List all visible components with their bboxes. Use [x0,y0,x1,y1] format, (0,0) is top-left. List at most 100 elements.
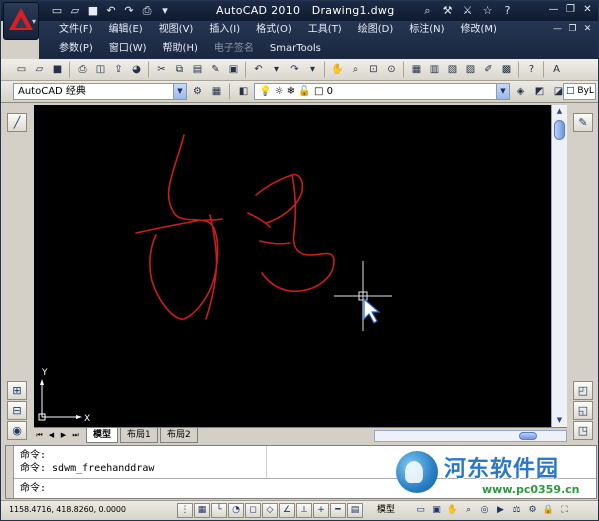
horizontal-scrollbar[interactable] [374,430,567,442]
camera-icon[interactable]: ◉ [7,421,27,440]
text-style-icon[interactable]: A [548,61,565,78]
redo-tb-icon[interactable]: ↷ [286,61,303,78]
vertical-scrollbar[interactable]: ▲ ▼ [551,105,567,427]
redo-dropdown-icon[interactable]: ▾ [304,61,321,78]
markup-icon[interactable]: ✐ [480,61,497,78]
drawing-area[interactable]: Y X [34,105,557,427]
menu-help[interactable]: 帮助(H) [155,40,206,58]
viewport-icon[interactable]: ⊞ [7,381,27,400]
menu-draw[interactable]: 绘图(D) [350,21,402,39]
menu-window[interactable]: 窗口(W) [101,40,155,58]
undo-dropdown-icon[interactable]: ▾ [268,61,285,78]
3d-dwf-icon[interactable]: ◕ [128,61,145,78]
dynamic-input-icon[interactable]: + [313,503,329,518]
snap-mode-icon[interactable]: ⋮ [177,503,193,518]
3d-osnap-icon[interactable]: ◇ [262,503,278,518]
qnew-icon[interactable]: ▭ [13,61,30,78]
binoculars-icon[interactable]: ⌕ [419,3,436,18]
zoom-previous-icon[interactable]: ⊙ [383,61,400,78]
open-icon[interactable]: ▱ [31,61,48,78]
pan-icon[interactable]: ✋ [329,61,346,78]
menu-tools[interactable]: 工具(T) [300,21,350,39]
doc-minimize-icon[interactable]: — [551,23,564,36]
restore-icon[interactable]: ❐ [563,3,578,17]
lock-ui-icon[interactable]: 🔒 [541,503,556,518]
clean-screen-icon[interactable]: ⛶ [557,503,572,518]
dynamic-ucs-icon[interactable]: ⟂ [296,503,312,518]
tool-palettes-icon[interactable]: ▧ [444,61,461,78]
polar-tracking-icon[interactable]: ◔ [228,503,244,518]
zoom-realtime-icon[interactable]: ⌕ [347,61,364,78]
properties-icon[interactable]: ▦ [408,61,425,78]
paste-icon[interactable]: ▤ [189,61,206,78]
menu-view[interactable]: 视图(V) [151,21,202,39]
quick-view-layouts-icon[interactable]: ▭ [413,503,428,518]
grid-display-icon[interactable]: ▦ [194,503,210,518]
scroll-down-icon[interactable]: ▼ [553,415,566,426]
menu-insert[interactable]: 插入(I) [201,21,248,39]
design-center-icon[interactable]: ▥ [426,61,443,78]
paintbrush-icon[interactable]: ✎ [573,113,593,132]
open-file-icon[interactable]: ▱ [67,3,83,18]
workspace-settings-icon[interactable]: ⚙ [189,83,206,100]
close-icon[interactable]: ✕ [580,3,595,17]
line-icon[interactable]: ╱ [7,113,27,132]
block-editor-icon[interactable]: ▣ [225,61,242,78]
menu-modify[interactable]: 修改(M) [453,21,505,39]
sheet-set-icon[interactable]: ▨ [462,61,479,78]
first-tab-icon[interactable]: ⏮ [34,430,45,441]
doc-restore-icon[interactable]: ❐ [566,23,579,36]
command-window-grip[interactable] [6,446,14,498]
layer-previous-icon[interactable]: ◩ [531,83,548,100]
vertical-scroll-thumb[interactable] [554,120,565,140]
help-icon[interactable]: ? [499,3,516,18]
coordinate-display[interactable]: 1158.4716, 418.8260, 0.0000 [9,505,126,514]
layer-dropdown[interactable]: 💡 ☼ ❄ 🔓 □ 0 ▼ [254,83,510,100]
layout-viewport-icon[interactable]: ⊟ [7,401,27,420]
otrack-icon[interactable]: ∠ [279,503,295,518]
polygonal-viewport-icon[interactable]: ◱ [573,401,593,420]
horizontal-scroll-thumb[interactable] [519,432,537,440]
steering-wheel-icon[interactable]: ◎ [477,503,492,518]
annotation-scale-icon[interactable]: ⚖ [509,503,524,518]
command-prompt[interactable]: 命令: [20,483,46,495]
print-icon[interactable]: ⎙ [74,61,91,78]
undo-icon[interactable]: ↶ [103,3,119,18]
print-preview-icon[interactable]: ◫ [92,61,109,78]
layer-properties-icon[interactable]: ◧ [235,83,252,100]
zoom-status-icon[interactable]: ⌕ [461,503,476,518]
workspace-switch-icon[interactable]: ⚙ [525,503,540,518]
next-tab-icon[interactable]: ▶ [58,430,69,441]
make-current-layer-icon[interactable]: ◈ [512,83,529,100]
application-menu-button[interactable]: ▾ [3,2,39,40]
menu-file[interactable]: 文件(F) [51,21,101,39]
menu-format[interactable]: 格式(O) [248,21,300,39]
tab-layout2[interactable]: 布局2 [160,428,198,443]
publish-icon[interactable]: ⇪ [110,61,127,78]
quickcalc-icon[interactable]: ▩ [498,61,515,78]
last-tab-icon[interactable]: ⏭ [70,430,81,441]
save-tb-icon[interactable]: ■ [49,61,66,78]
menu-smartools[interactable]: SmarTools [262,40,329,58]
communication-icon[interactable]: ⚒ [439,3,456,18]
model-space-label[interactable]: 模型 [374,503,398,518]
favorites-icon[interactable]: ☆ [479,3,496,18]
menu-dimension[interactable]: 标注(N) [401,21,452,39]
copy-icon[interactable]: ⧉ [171,61,188,78]
showmotion-icon[interactable]: ▶ [493,503,508,518]
object-snap-icon[interactable]: ◻ [245,503,261,518]
save-icon[interactable]: ■ [85,3,101,18]
plot-icon[interactable]: ⎙ [139,3,155,18]
scroll-up-icon[interactable]: ▲ [553,106,566,117]
subscription-icon[interactable]: ⚔ [459,3,476,18]
cut-icon[interactable]: ✂ [153,61,170,78]
new-file-icon[interactable]: ▭ [49,3,65,18]
minimize-icon[interactable]: — [546,3,561,17]
help-tb-icon[interactable]: ? [523,61,540,78]
viewport-clip-icon[interactable]: ◰ [573,381,593,400]
prev-tab-icon[interactable]: ◀ [46,430,57,441]
workspace-dropdown[interactable]: AutoCAD 经典 ▼ [13,83,187,100]
doc-close-icon[interactable]: ✕ [581,23,594,36]
tab-layout1[interactable]: 布局1 [120,428,158,443]
menu-esign[interactable]: 电子签名 [206,40,262,58]
